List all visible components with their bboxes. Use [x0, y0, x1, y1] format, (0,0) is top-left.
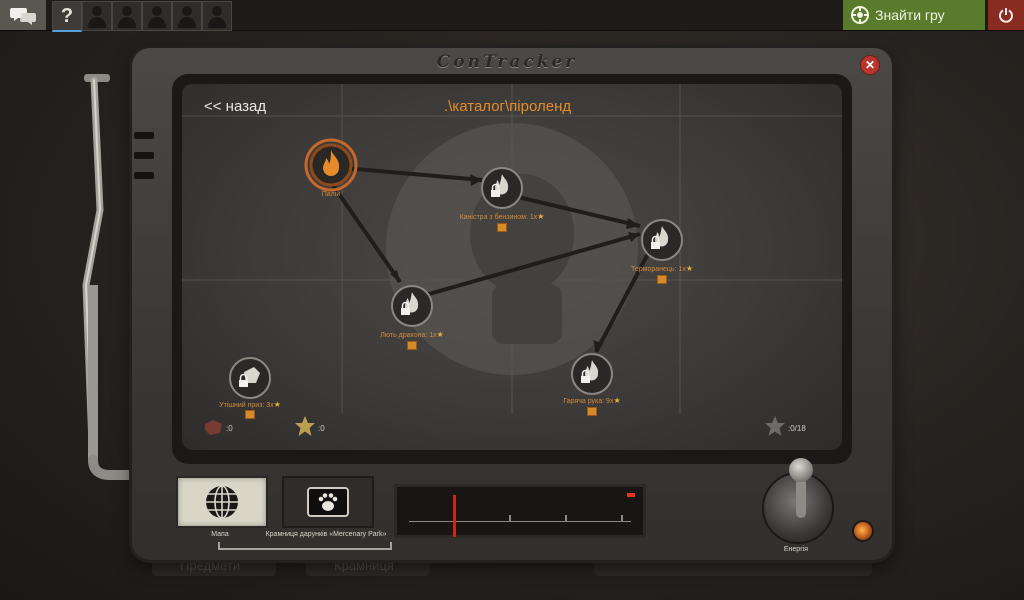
party-slot-3[interactable]: [142, 1, 172, 31]
node-label-canister: Каністра з бензином: 1x★: [459, 212, 545, 221]
close-icon[interactable]: ✕: [860, 55, 880, 75]
globe-icon: [206, 485, 238, 519]
antenna: [82, 74, 137, 480]
silhouette-icon: [208, 6, 226, 28]
node-canister[interactable]: [480, 166, 524, 210]
contracker-brand: ConTracker: [436, 52, 578, 72]
quit-button[interactable]: [988, 0, 1024, 30]
reward-box-icon: [497, 223, 507, 232]
silhouette-icon: [118, 6, 136, 28]
contract-map: [182, 84, 842, 414]
contract-token-icon: [205, 420, 222, 435]
crt-screen: << назад .\каталог\піроленд Палій Каніст…: [182, 84, 842, 450]
party-slot-2[interactable]: [112, 1, 142, 31]
node-thermal[interactable]: [640, 218, 684, 262]
find-game-label: Знайти гру: [875, 7, 945, 23]
node-label-pyro: Палій: [321, 191, 341, 198]
joystick-knob[interactable]: [789, 458, 813, 482]
node-bonus[interactable]: [228, 356, 272, 400]
silhouette-icon: [178, 6, 196, 28]
node-dragon[interactable]: [390, 284, 434, 328]
node-label-hot-hand: Гаряча рука: 9x★: [563, 396, 621, 405]
crt-screen-frame: << назад .\каталог\піроленд Палій Каніст…: [172, 74, 852, 464]
class-slot-unknown[interactable]: ?: [52, 1, 82, 32]
bear-paw-ticket-icon: [307, 487, 349, 517]
contracker-device: ConTracker ✕ << назад .\каталог\піроленд…: [132, 48, 892, 560]
star-icon: [295, 416, 315, 436]
find-game-icon: [851, 6, 869, 24]
side-grille-3: [134, 172, 154, 179]
stars-count: :0: [318, 424, 325, 433]
party-slot-1[interactable]: [82, 1, 112, 31]
top-bar: ? Знайти гру: [0, 0, 1024, 32]
chat-bubbles-icon: [10, 8, 36, 25]
node-label-bonus: Утішний приз: 3x★: [219, 400, 281, 409]
party-slot-4[interactable]: [172, 1, 202, 31]
find-game-button[interactable]: Знайти гру: [843, 0, 985, 30]
map-caption: Мапа: [211, 531, 229, 538]
node-label-thermal: Терморанець: 1x★: [630, 264, 694, 273]
energy-gauge: [394, 484, 646, 538]
gift-shop-caption: Крамниця дарунків «Mercenary Park»: [265, 531, 387, 538]
silhouette-icon: [148, 6, 166, 28]
total-progress: :0/18: [788, 424, 806, 433]
catalog-path: .\каталог\піроленд: [444, 98, 572, 115]
chat-button[interactable]: [0, 0, 46, 30]
back-link[interactable]: << назад: [204, 98, 266, 115]
joystick-lever[interactable]: [796, 478, 806, 518]
party-slot-5[interactable]: [202, 1, 232, 31]
status-light: [852, 520, 874, 542]
side-grille-1: [134, 132, 154, 139]
node-label-dragon: Лють дракона: 1x★: [380, 330, 444, 339]
gauge-indicator-light: [627, 493, 635, 497]
energy-caption: Енергія: [783, 546, 809, 553]
gauge-needle: [453, 495, 457, 537]
node-hot-hand[interactable]: [570, 352, 614, 396]
node-pyro[interactable]: [304, 138, 358, 192]
star-icon: [765, 416, 785, 436]
contracts-count: :0: [226, 424, 233, 433]
power-icon: [999, 8, 1013, 23]
silhouette-icon: [88, 6, 106, 28]
reward-box-icon: [407, 341, 417, 350]
stats-bar: :0 :0 :0/18: [182, 414, 842, 444]
button-bracket: [218, 542, 392, 550]
side-grille-2: [134, 152, 154, 159]
map-button[interactable]: [176, 476, 268, 528]
reward-box-icon: [657, 275, 667, 284]
gift-shop-button[interactable]: [282, 476, 374, 528]
